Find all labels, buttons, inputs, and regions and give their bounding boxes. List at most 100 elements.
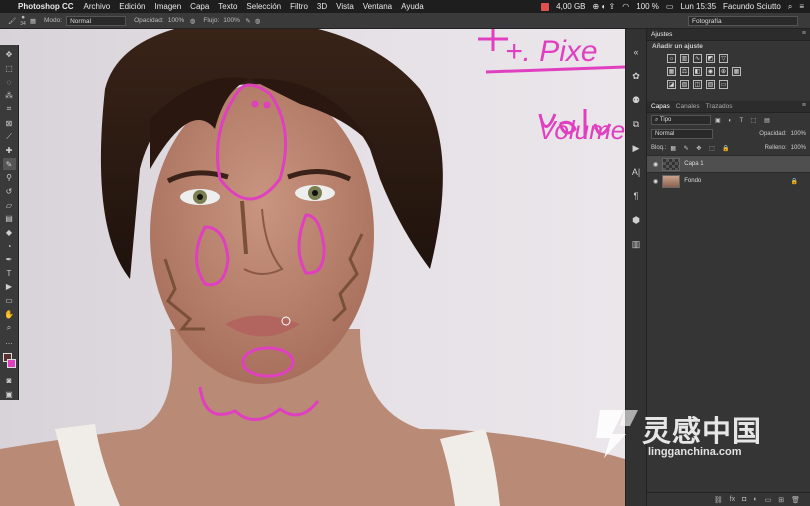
memory-status-icon[interactable] <box>541 2 550 11</box>
timeline-icon[interactable]: ▥ <box>629 237 643 251</box>
blur-tool-icon[interactable]: ◆ <box>3 227 16 239</box>
tab-paths[interactable]: Trazados <box>706 103 733 110</box>
flow-value[interactable]: 100% <box>223 17 241 24</box>
brush-tool-icon[interactable]: 🖌 <box>8 17 16 25</box>
visibility-eye-icon[interactable]: ◉ <box>653 178 658 185</box>
notification-icon[interactable]: ≡ <box>799 2 804 11</box>
memory-readout[interactable]: 4,00 GB <box>556 2 585 11</box>
invert-icon[interactable]: ◪ <box>667 80 676 89</box>
brush-tool-icon[interactable]: ✎ <box>2 158 16 170</box>
clone-source-icon[interactable]: ⧉ <box>629 117 643 131</box>
delete-layer-icon[interactable]: 🗑 <box>791 496 800 504</box>
dodge-tool-icon[interactable]: ◔ <box>3 240 16 252</box>
paragraph-icon[interactable]: ¶ <box>629 189 643 203</box>
crop-tool-icon[interactable]: ⌗ <box>3 104 16 116</box>
tab-layers[interactable]: Capas <box>651 103 670 110</box>
channel-mixer-icon[interactable]: ⊕ <box>719 67 728 76</box>
tab-channels[interactable]: Canales <box>676 103 700 110</box>
shape-tool-icon[interactable]: ▭ <box>3 295 16 307</box>
brush-preset-picker[interactable]: ● 34 <box>20 14 26 27</box>
filter-icons[interactable]: ▣ ◐ T ⬚ ▤ <box>715 117 773 124</box>
move-tool-icon[interactable]: ✥ <box>3 49 16 61</box>
character-icon[interactable]: A| <box>629 165 643 179</box>
more-tools-icon[interactable]: … <box>3 336 16 348</box>
layer-row-fondo[interactable]: ◉ Fondo 🔒 <box>647 172 810 189</box>
zoom-tool-icon[interactable]: ⌕ <box>3 322 16 334</box>
new-group-icon[interactable]: ▭ <box>765 496 772 504</box>
new-layer-icon[interactable]: ⊞ <box>778 496 784 504</box>
marquee-tool-icon[interactable]: ⬚ <box>3 63 16 75</box>
photo-filter-icon[interactable]: ◉ <box>706 67 715 76</box>
curves-icon[interactable]: ∿ <box>693 54 702 63</box>
menu-archivo[interactable]: Archivo <box>84 2 111 11</box>
menu-ventana[interactable]: Ventana <box>363 2 392 11</box>
menu-filtro[interactable]: Filtro <box>290 2 308 11</box>
color-balance-icon[interactable]: ⚖ <box>680 67 689 76</box>
stamp-tool-icon[interactable]: ⚲ <box>3 172 16 184</box>
mode-select[interactable]: Normal <box>66 15 127 26</box>
tab-adjustments[interactable]: Ajustes <box>651 31 672 38</box>
document-canvas[interactable]: +. Pixe Volume <box>0 29 625 506</box>
layers-menu-icon[interactable]: ≡ <box>802 102 806 109</box>
menu-extras-icon[interactable]: ⊕ ◐ ⇪ <box>593 2 616 11</box>
brush-settings-icon[interactable]: ✿ <box>629 69 643 83</box>
spotlight-icon[interactable]: ⌕ <box>788 2 792 12</box>
layer-filter-select[interactable]: ⌕ Tipo <box>651 115 711 125</box>
threshold-icon[interactable]: ◫ <box>693 80 702 89</box>
menu-capa[interactable]: Capa <box>190 2 209 11</box>
color-swatches[interactable] <box>2 353 17 372</box>
menu-edicion[interactable]: Edición <box>119 2 145 11</box>
healing-tool-icon[interactable]: ✚ <box>3 145 16 157</box>
fill-value[interactable]: 100% <box>791 145 806 151</box>
panel-menu-icon[interactable]: ≡ <box>802 30 806 37</box>
posterize-icon[interactable]: ▨ <box>680 80 689 89</box>
link-layers-icon[interactable]: ⛓ <box>714 496 723 504</box>
type-tool-icon[interactable]: T <box>3 268 16 280</box>
vibrance-icon[interactable]: ▽ <box>719 54 728 63</box>
eyedropper-tool-icon[interactable]: ⟋ <box>3 131 16 143</box>
add-mask-icon[interactable]: ◘ <box>742 496 746 503</box>
airbrush-icon[interactable]: ✎ <box>245 17 250 25</box>
menu-texto[interactable]: Texto <box>218 2 237 11</box>
exposure-icon[interactable]: ◩ <box>706 54 715 63</box>
menu-vista[interactable]: Vista <box>336 2 354 11</box>
eraser-tool-icon[interactable]: ▱ <box>3 199 16 211</box>
menu-imagen[interactable]: Imagen <box>154 2 181 11</box>
actions-play-icon[interactable]: ▶ <box>629 141 643 155</box>
lasso-tool-icon[interactable]: ◌ <box>3 76 16 88</box>
frame-tool-icon[interactable]: ⊠ <box>3 117 16 129</box>
screen-mode-icon[interactable]: ▣ <box>3 389 16 401</box>
brightness-icon[interactable]: ☼ <box>667 54 676 63</box>
brush-panel-icon[interactable]: ▦ <box>30 17 36 25</box>
person-icon[interactable]: ⚉ <box>629 93 643 107</box>
opacity-pressure-icon[interactable]: ◍ <box>190 17 196 25</box>
visibility-eye-icon[interactable]: ◉ <box>653 161 658 168</box>
background-color-swatch[interactable] <box>6 359 16 369</box>
battery-readout[interactable]: 100 % <box>636 2 659 11</box>
layer-row-capa-1[interactable]: ◉ Capa 1 <box>647 155 810 172</box>
menu-ayuda[interactable]: Ayuda <box>401 2 424 11</box>
user-menu[interactable]: Facundo Sciutto <box>723 2 781 11</box>
hand-tool-icon[interactable]: ✋ <box>3 308 16 320</box>
clock[interactable]: Lun 15:35 <box>680 2 716 11</box>
collapse-arrows-icon[interactable]: « <box>629 45 643 59</box>
pen-tool-icon[interactable]: ✒ <box>3 254 16 266</box>
levels-icon[interactable]: ▥ <box>680 54 689 63</box>
lock-icons[interactable]: ▦ ✎ ✥ ⬚ 🔒 <box>670 145 733 152</box>
selective-color-icon[interactable]: ▧ <box>706 80 715 89</box>
app-name-menu[interactable]: Photoshop CC <box>18 2 74 11</box>
quick-select-tool-icon[interactable]: ⁂ <box>3 90 16 102</box>
menu-3d[interactable]: 3D <box>317 2 327 11</box>
3d-cube-icon[interactable]: ⬢ <box>629 213 643 227</box>
gradient-map-icon[interactable]: ▭ <box>719 80 728 89</box>
workspace-select[interactable]: Fotografía <box>688 16 798 26</box>
battery-icon[interactable]: ▭ <box>666 2 674 11</box>
opacity-value[interactable]: 100% <box>168 17 186 24</box>
quick-mask-icon[interactable]: ◙ <box>3 375 16 387</box>
gradient-tool-icon[interactable]: ▤ <box>3 213 16 225</box>
fx-icon[interactable]: fx <box>730 496 735 503</box>
hue-saturation-icon[interactable]: ▦ <box>667 67 676 76</box>
color-lookup-icon[interactable]: ▦ <box>732 67 741 76</box>
blend-mode-select[interactable]: Normal <box>651 129 713 139</box>
menu-seleccion[interactable]: Selección <box>246 2 281 11</box>
